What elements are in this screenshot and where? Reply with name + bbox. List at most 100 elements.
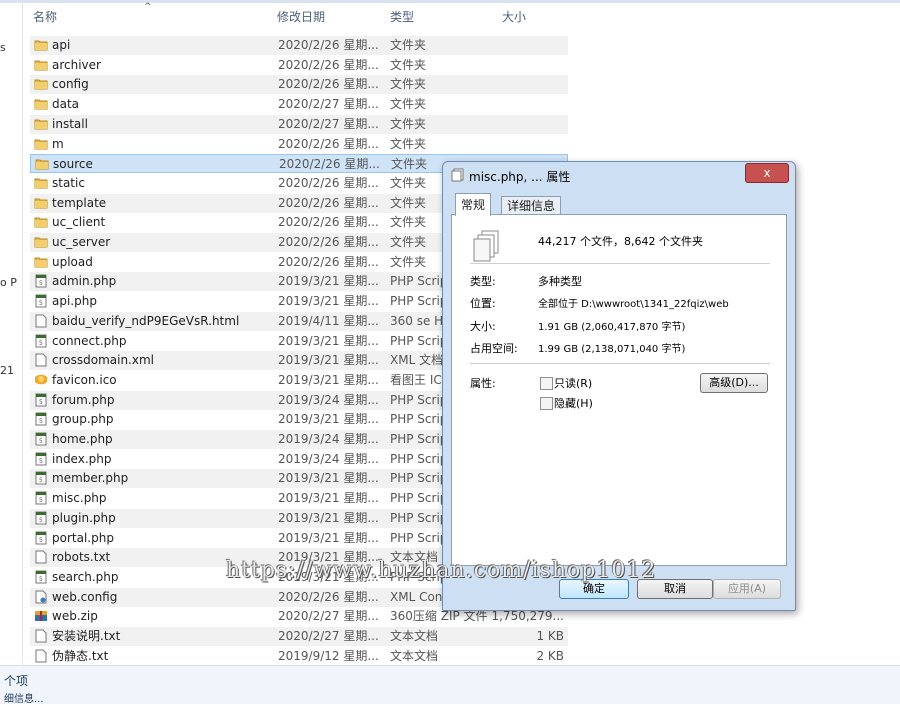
column-header-size[interactable]: 大小 [502, 6, 526, 28]
advanced-button[interactable]: 高级(D)... [700, 373, 768, 393]
folder-icon [35, 157, 49, 171]
column-header-name[interactable]: 名称 [33, 6, 57, 28]
svg-text:5: 5 [39, 300, 43, 307]
file-date: 2019/9/12 星期... [278, 648, 379, 663]
file-name: 安装说明.txt [52, 629, 121, 643]
item-count: 个项 [4, 674, 29, 688]
size-label: 大小: [470, 320, 496, 333]
column-header-type[interactable]: 类型 [390, 6, 414, 28]
tab-general[interactable]: 常规 [455, 193, 492, 216]
file-name: 伪静态.txt [52, 648, 109, 663]
file-type: 文件夹 [390, 57, 427, 72]
file-date: 2020/2/26 星期... [278, 57, 379, 72]
file-name: static [52, 175, 85, 190]
file-name: group.php [52, 412, 114, 427]
file-date: 2020/2/26 星期... [278, 235, 379, 249]
php-file-icon: 5 [34, 432, 48, 446]
file-date: 2019/3/21 星期... [278, 274, 379, 289]
file-type: PHP Scrip [390, 451, 448, 466]
close-button[interactable]: x [745, 163, 789, 183]
type-value: 多种类型 [538, 275, 582, 288]
file-name: misc.php [52, 491, 107, 506]
readonly-checkbox[interactable] [540, 377, 553, 390]
type-label: 类型: [470, 275, 496, 288]
file-type: 文本文档 [390, 550, 439, 565]
file-row[interactable]: install 2020/2/27 星期... 文件夹 [30, 114, 568, 134]
location-label: 位置: [470, 297, 496, 310]
file-row[interactable]: archiver 2020/2/26 星期... 文件夹 [30, 56, 568, 75]
file-type: 文件夹 [391, 157, 428, 172]
file-name: crossdomain.xml [52, 353, 154, 368]
file-row[interactable]: m 2020/2/26 星期... 文件夹 [30, 135, 568, 154]
php-file-icon: 5 [34, 471, 48, 485]
disk-usage-label: 占用空间: [470, 342, 518, 355]
file-type: 文件夹 [390, 77, 427, 92]
file-type: PHP Scrip [390, 412, 448, 427]
php-file-icon: 5 [34, 511, 48, 525]
file-size: 1 KB [536, 629, 564, 643]
file-name: uc_server [52, 235, 111, 249]
file-date: 2019/3/21 星期... [278, 294, 379, 309]
file-name: template [52, 195, 107, 210]
hidden-label[interactable]: 隐藏(H) [554, 395, 593, 411]
svg-text:5: 5 [39, 477, 43, 484]
separator [470, 363, 770, 364]
disk-usage-value: 1.99 GB (2,138,071,040 字节) [538, 344, 686, 355]
file-name: search.php [52, 569, 119, 584]
file-name: member.php [52, 471, 129, 486]
file-row[interactable]: 伪静态.txt 2019/9/12 星期... 文本文档 2 KB [30, 647, 568, 666]
readonly-label[interactable]: 只读(R) [554, 375, 592, 391]
file-type: 文件夹 [390, 215, 427, 230]
file-count-summary: 44,217 个文件，8,642 个文件夹 [538, 235, 703, 248]
file-name: forum.php [52, 392, 115, 407]
file-name: data [52, 97, 80, 112]
attributes-label: 属性: [470, 377, 496, 390]
folder-icon [34, 255, 48, 269]
file-name: web.config [52, 589, 118, 604]
document-icon [34, 353, 48, 367]
window-top-border [0, 0, 900, 3]
file-name: install [52, 116, 88, 131]
file-type: 文本文档 [390, 629, 439, 643]
file-name: robots.txt [52, 550, 111, 565]
file-row[interactable]: 安装说明.txt 2020/2/27 星期... 文本文档 1 KB [30, 627, 568, 646]
hidden-checkbox[interactable] [540, 397, 553, 410]
file-date: 2020/2/26 星期... [278, 175, 379, 190]
file-row[interactable]: config 2020/2/26 星期... 文件夹 [30, 75, 568, 95]
ok-button[interactable]: 确定 [559, 579, 629, 599]
file-date: 2020/2/26 星期... [278, 38, 379, 52]
nav-pane-text: s [0, 41, 6, 54]
file-type: PHP Scrip [390, 569, 448, 584]
file-name: favicon.ico [52, 372, 117, 387]
close-icon: x [763, 166, 771, 180]
column-header-date[interactable]: 修改日期 [277, 6, 325, 28]
file-date: 2019/3/21 星期... [278, 372, 379, 387]
size-value: 1.91 GB (2,060,417,870 字节) [538, 322, 686, 333]
file-name: web.zip [52, 609, 98, 624]
column-header-name-label: 名称 [33, 10, 58, 24]
file-type: 文件夹 [390, 254, 427, 269]
file-name: connect.php [52, 333, 127, 348]
apply-button[interactable]: 应用(A) [713, 579, 781, 599]
file-type: PHP Scrip [390, 274, 448, 289]
cancel-button[interactable]: 取消 [637, 579, 713, 599]
file-type: XML 文档 [390, 353, 444, 368]
file-row[interactable]: api 2020/2/26 星期... 文件夹 [30, 36, 568, 55]
svg-text:5: 5 [39, 438, 43, 445]
tab-details[interactable]: 详细信息 [501, 196, 562, 215]
file-type: 文件夹 [390, 195, 427, 210]
file-row[interactable]: data 2020/2/27 星期... 文件夹 [30, 95, 568, 114]
folder-icon [34, 196, 48, 210]
file-name: api.php [52, 294, 97, 309]
file-date: 2020/2/26 星期... [278, 254, 379, 269]
file-type: XML Conf [390, 589, 447, 604]
file-date: 2019/3/21 星期... [278, 412, 379, 427]
svg-text:5: 5 [39, 497, 43, 504]
file-type: 文件夹 [390, 235, 427, 249]
file-type: PHP Scrip [390, 491, 448, 506]
file-type: 文件夹 [390, 97, 427, 112]
navigation-pane[interactable]: s o P 21 [0, 3, 23, 665]
file-date: 2019/3/21 星期... [278, 353, 379, 368]
php-file-icon: 5 [34, 274, 48, 288]
document-icon [34, 629, 48, 643]
